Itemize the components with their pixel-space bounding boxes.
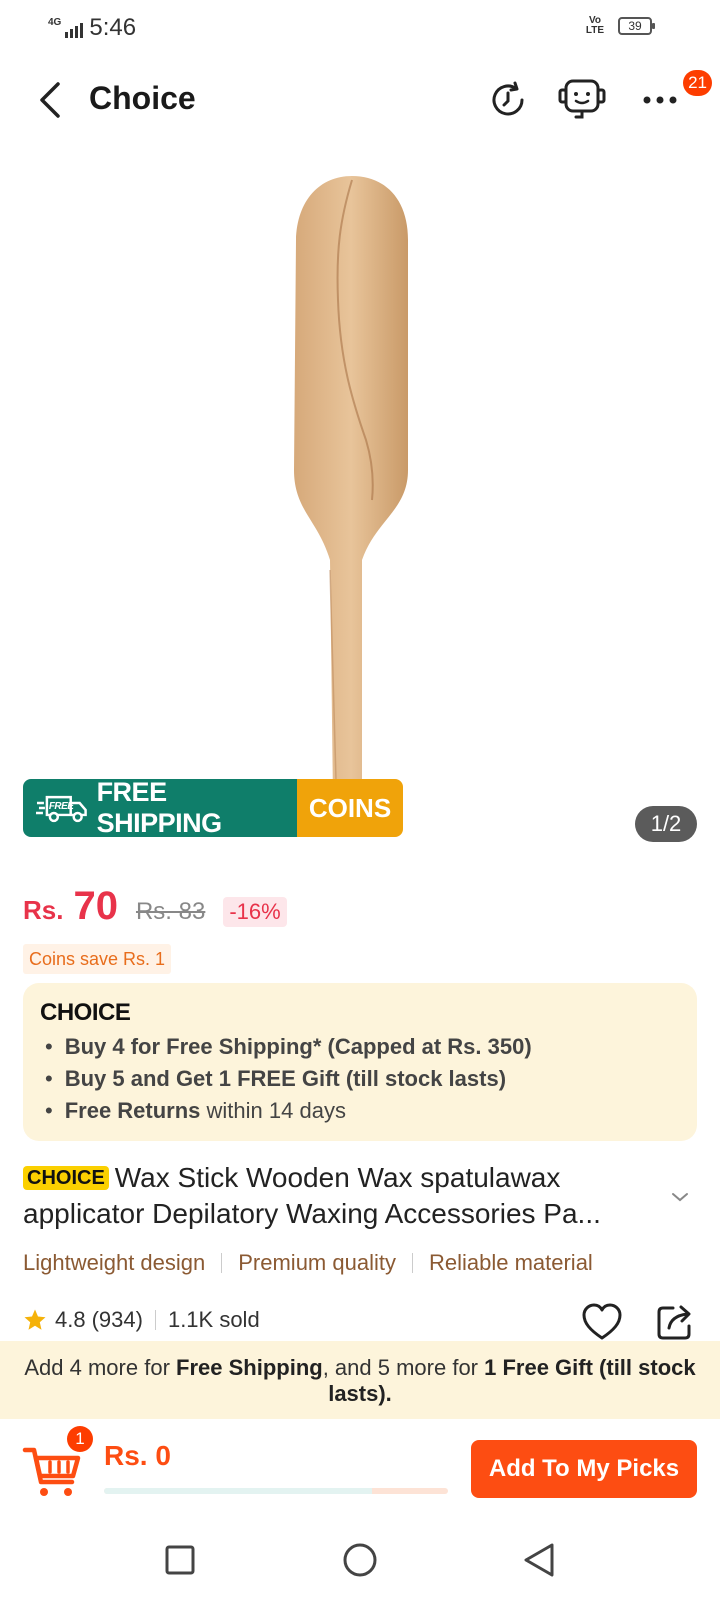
product-title-text: Wax Stick Wooden Wax spatulawax applicat…: [23, 1162, 601, 1229]
divider: [154, 1310, 156, 1330]
share-button[interactable]: [655, 1302, 695, 1342]
history-button[interactable]: [482, 74, 534, 126]
feature-item: Lightweight design: [23, 1250, 206, 1275]
benefit-item: Buy 4 for Free Shipping* (Capped at Rs. …: [45, 1031, 532, 1063]
free-tag: FREE: [49, 801, 74, 812]
divider: [411, 1253, 413, 1273]
discount-badge: -16%: [223, 897, 287, 927]
cart-total: Rs. 0: [104, 1440, 171, 1471]
history-icon: [492, 81, 524, 116]
rating-value: 4.8: [55, 1307, 86, 1332]
coins-save-badge: Coins save Rs. 1: [23, 944, 172, 974]
status-time: 5:46: [89, 14, 137, 41]
promo-bar: Add 4 more for Free Shipping, and 5 more…: [0, 1341, 720, 1419]
choice-logo: CHOICE: [40, 999, 131, 1027]
progress-fill: [104, 1488, 373, 1494]
battery-level: 39: [628, 19, 642, 33]
battery-icon: 39: [618, 17, 655, 35]
free-shipping-banner: FREE FREE SHIPPING COINS: [23, 779, 403, 837]
system-back-button[interactable]: [520, 1540, 560, 1580]
add-to-picks-button[interactable]: Add To My Picks: [471, 1440, 697, 1498]
free-shipping-label: FREE SHIPPING: [96, 779, 223, 837]
network-type: 4G: [48, 17, 62, 28]
review-count: (934): [91, 1307, 143, 1332]
back-button[interactable]: [28, 78, 72, 122]
back-arrow-icon: [40, 82, 60, 118]
circle-icon: [343, 1543, 377, 1577]
choice-tag: CHOICE: [23, 1166, 109, 1190]
rating-row[interactable]: 4.8 (934) 1.1K sold: [23, 1307, 260, 1333]
status-left: 4G 5:46: [48, 14, 136, 42]
feature-item: Reliable material: [428, 1250, 593, 1275]
support-button[interactable]: [556, 74, 608, 126]
promo-text: Add 4 more for: [24, 1355, 177, 1380]
promo-bold: Free Shipping: [176, 1355, 323, 1380]
page-title: Choice: [89, 80, 196, 116]
free-shipping-section: FREE FREE SHIPPING: [23, 779, 297, 837]
more-icon: [643, 96, 677, 104]
price-current: 70: [73, 884, 118, 928]
image-pager: 1/2: [635, 806, 697, 842]
divider: [221, 1253, 223, 1273]
choice-benefits-box[interactable]: CHOICE Buy 4 for Free Shipping* (Capped …: [23, 983, 697, 1141]
bottom-action-bar: 1 Rs. 0 Add To My Picks: [0, 1420, 720, 1520]
recents-button[interactable]: [160, 1540, 200, 1580]
cart-count-badge: 1: [67, 1426, 93, 1452]
support-robot-icon: [558, 79, 606, 119]
benefit-item: Buy 5 and Get 1 FREE Gift (till stock la…: [45, 1063, 532, 1095]
promo-text: , and 5 more for: [322, 1355, 485, 1380]
status-right: Vo LTE 39: [584, 15, 655, 36]
triangle-back-icon: [524, 1543, 554, 1577]
more-badge: 21: [683, 70, 712, 96]
benefit-bold: Free Returns: [64, 1098, 201, 1123]
share-icon: [657, 1305, 691, 1340]
heart-icon: [582, 1303, 622, 1340]
top-nav: Choice 21: [0, 60, 720, 140]
more-button[interactable]: [634, 74, 686, 126]
signal-icon: 4G: [48, 17, 84, 38]
progress-bar: [104, 1488, 448, 1494]
system-nav-bar: [0, 1520, 720, 1600]
features-row: Lightweight design Premium quality Relia…: [23, 1250, 593, 1276]
benefits-list: Buy 4 for Free Shipping* (Capped at Rs. …: [45, 1031, 532, 1127]
price-row: Rs. 70 Rs. 83 -16%: [23, 884, 287, 929]
truck-icon: FREE: [35, 795, 87, 823]
square-icon: [165, 1545, 195, 1575]
wishlist-button[interactable]: [580, 1302, 624, 1342]
choice-logo-text: CHOICE: [40, 999, 131, 1026]
home-button[interactable]: [340, 1540, 380, 1580]
benefit-bold: Buy 4 for Free Shipping* (Capped at Rs. …: [64, 1034, 532, 1059]
status-bar: 4G 5:46 Vo LTE 39: [0, 0, 720, 56]
product-image[interactable]: [0, 140, 720, 840]
price-original: Rs. 83: [135, 898, 206, 925]
price-currency: Rs.: [23, 895, 64, 925]
benefit-item: Free Returns within 14 days: [45, 1095, 532, 1127]
feature-item: Premium quality: [238, 1250, 396, 1275]
coins-label: COINS: [308, 792, 392, 823]
star-icon: [24, 1309, 46, 1330]
benefit-text: within 14 days: [200, 1098, 346, 1123]
coins-section: COINS: [297, 779, 403, 837]
sold-count: 1.1K sold: [167, 1307, 260, 1332]
volte-indicator: Vo LTE: [585, 15, 605, 36]
wax-spatula-image: [294, 176, 408, 822]
product-title[interactable]: CHOICE Wax Stick Wooden Wax spatulawax ap…: [23, 1160, 673, 1232]
chevron-down-icon[interactable]: [670, 1190, 690, 1204]
benefit-bold: Buy 5 and Get 1 FREE Gift (till stock la…: [64, 1066, 507, 1091]
